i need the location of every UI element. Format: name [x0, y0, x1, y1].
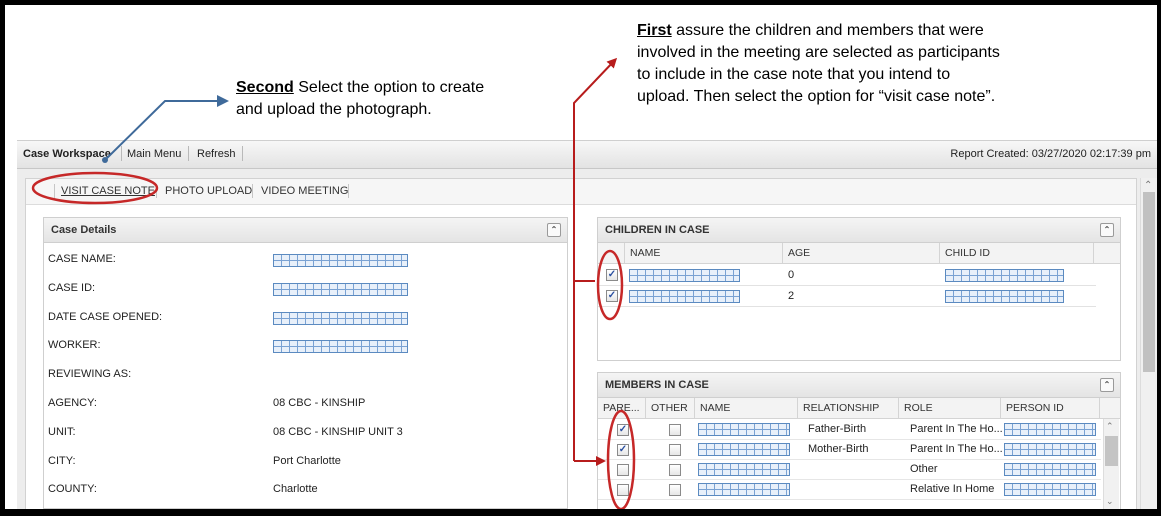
annotation-overlay	[31, 57, 636, 509]
second-arrow	[102, 95, 229, 163]
screenshot-frame: First assure the children and members th…	[5, 5, 1157, 509]
first-arrow	[573, 57, 618, 466]
visit-case-note-highlight-ring	[31, 171, 159, 205]
members-checkbox-highlight-ring	[606, 409, 636, 509]
children-checkbox-highlight-ring	[596, 249, 624, 321]
